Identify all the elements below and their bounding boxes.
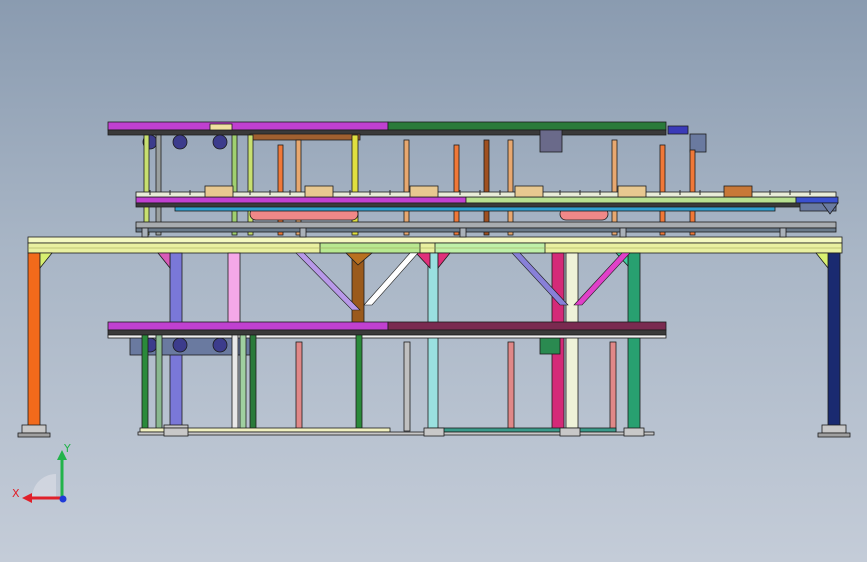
axis-triad: Y X (12, 442, 71, 503)
diagonal-braces (295, 252, 631, 311)
x-arrow-head (22, 493, 32, 503)
z-axis-dot (59, 495, 67, 503)
lower-conveyor (107, 321, 667, 356)
conveyor-assembly-drawing (17, 121, 851, 438)
x-axis-label: X (12, 487, 20, 500)
y-axis-label: Y (63, 442, 71, 455)
triad-base (32, 474, 56, 498)
main-frame-beam (27, 236, 843, 254)
cad-viewport[interactable]: Y X (0, 0, 867, 562)
upper-posts (143, 134, 696, 236)
